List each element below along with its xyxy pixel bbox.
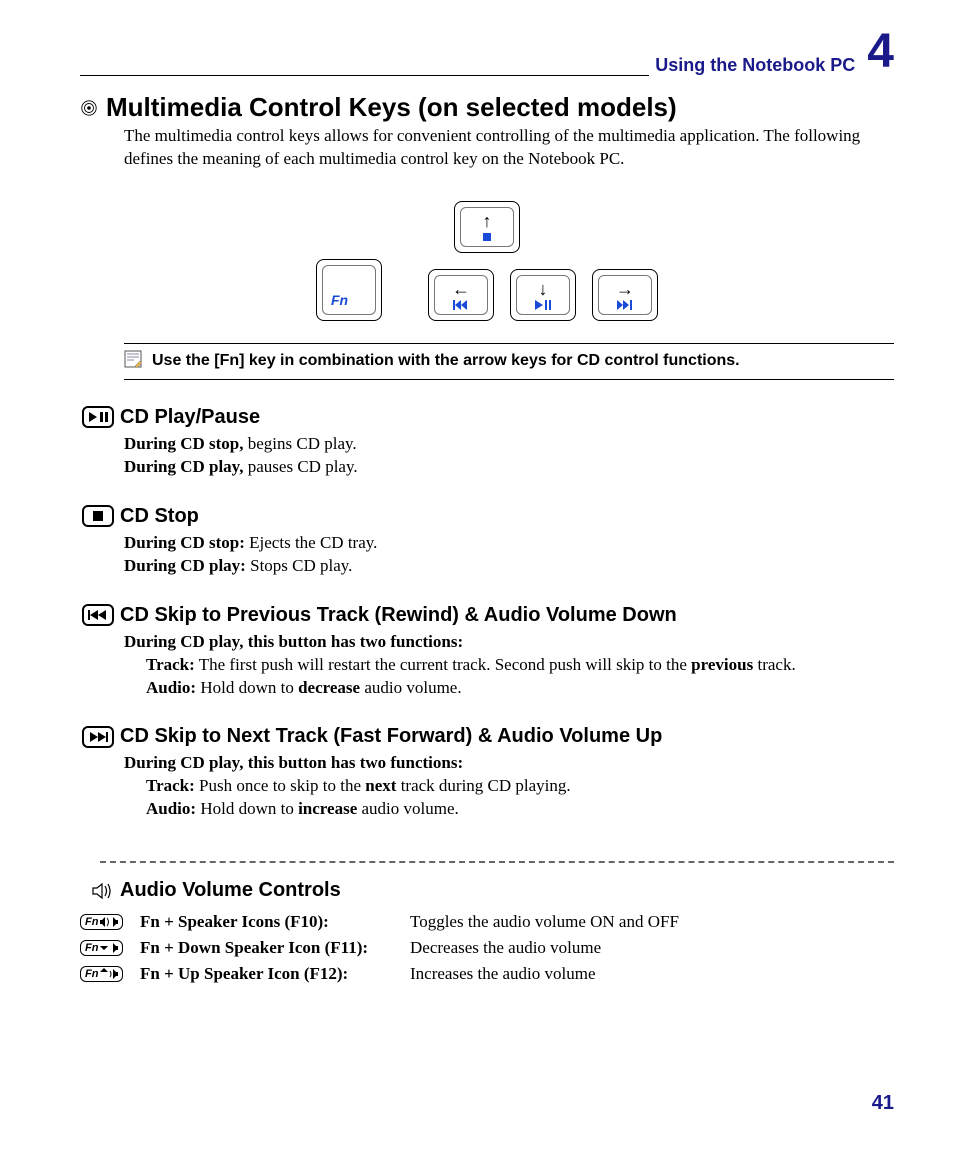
text: increase (298, 799, 357, 818)
text: Hold down to (196, 799, 298, 818)
text: During CD play, (124, 457, 244, 476)
section-bullet-icon (80, 99, 98, 117)
chapter-header: Using the Notebook PC 4 (649, 28, 894, 76)
arrow-left-icon: ← (452, 280, 470, 298)
subsection-stop: CD Stop During CD stop: Ejects the CD tr… (80, 505, 894, 578)
subsection-play: CD Play/Pause During CD stop, begins CD … (80, 406, 894, 479)
text: During CD play: (124, 556, 246, 575)
vol-label: Fn + Down Speaker Icon (F11): (140, 938, 410, 958)
subsection-next: CD Skip to Next Track (Fast Forward) & A… (80, 725, 894, 821)
text: decrease (298, 678, 360, 697)
page-number: 41 (872, 1092, 894, 1115)
section-title: Multimedia Control Keys (on selected mod… (106, 92, 677, 123)
subsection-next-title: CD Skip to Next Track (Fast Forward) & A… (120, 725, 662, 748)
text: audio volume. (357, 799, 459, 818)
fn-speaker-up-icon: Fn (80, 966, 140, 982)
keyboard-diagram: ↑ Fn ← (80, 201, 894, 321)
subsection-stop-title: CD Stop (120, 505, 199, 528)
text: During CD stop, (124, 434, 244, 453)
chapter-title-text: Using the Notebook PC (655, 55, 855, 76)
dashed-divider (100, 861, 894, 863)
subsection-prev-title: CD Skip to Previous Track (Rewind) & Aud… (120, 604, 677, 627)
vol-desc: Increases the audio volume (410, 964, 596, 984)
fn-key: Fn (316, 259, 382, 321)
fn-label: Fn (331, 292, 348, 308)
vol-desc: Toggles the audio volume ON and OFF (410, 912, 679, 932)
text: pauses CD play. (244, 457, 358, 476)
prev-definition: During CD play, this button has two func… (124, 631, 894, 700)
vol-label: Fn + Speaker Icons (F10): (140, 912, 410, 932)
arrow-left-key: ← (428, 269, 494, 321)
text: Hold down to (196, 678, 298, 697)
skip-back-key-icon (80, 604, 114, 626)
text: audio volume. (360, 678, 462, 697)
chapter-number: 4 (867, 28, 894, 76)
text: track during CD playing. (396, 776, 570, 795)
audio-controls-title: Audio Volume Controls (120, 879, 341, 902)
document-page: Using the Notebook PC 4 Multimedia Contr… (0, 0, 954, 1155)
subsection-prev: CD Skip to Previous Track (Rewind) & Aud… (80, 604, 894, 700)
stop-icon (482, 232, 492, 242)
note-icon (124, 350, 142, 373)
stop-key-icon (80, 505, 114, 527)
arrow-down-key: ↓ (510, 269, 576, 321)
volume-row-up: Fn Fn + Up Speaker Icon (F12): Increases… (80, 964, 894, 984)
text: next (365, 776, 396, 795)
arrow-up-key: ↑ (454, 201, 520, 253)
stop-definition: During CD stop: Ejects the CD tray. Duri… (124, 532, 894, 578)
vol-desc: Decreases the audio volume (410, 938, 601, 958)
speaker-icon (80, 882, 114, 900)
text: During CD play, this button has two func… (124, 632, 463, 651)
next-definition: During CD play, this button has two func… (124, 752, 894, 821)
skip-forward-icon (617, 300, 633, 310)
text: During CD play, this button has two func… (124, 753, 463, 772)
text: Ejects the CD tray. (245, 533, 378, 552)
arrow-up-icon: ↑ (483, 212, 492, 230)
fn-speaker-down-icon: Fn (80, 940, 140, 956)
text: The first push will restart the current … (195, 655, 691, 674)
subsection-audio-controls: Audio Volume Controls Fn Fn + Speaker Ic… (80, 879, 894, 984)
text: Track: (146, 655, 195, 674)
fn-speaker-toggle-icon: Fn (80, 914, 140, 930)
subsection-play-title: CD Play/Pause (120, 406, 260, 429)
text: During CD stop: (124, 533, 245, 552)
note-callout: Use the [Fn] key in combination with the… (124, 343, 894, 380)
header-rule: Using the Notebook PC 4 (80, 75, 894, 76)
play-pause-icon (535, 300, 551, 310)
volume-row-toggle: Fn Fn + Speaker Icons (F10): Toggles the… (80, 912, 894, 932)
section-intro: The multimedia control keys allows for c… (124, 125, 894, 171)
skip-forward-key-icon (80, 726, 114, 748)
text: Stops CD play. (246, 556, 353, 575)
arrow-right-icon: → (616, 280, 634, 298)
text: begins CD play. (244, 434, 357, 453)
vol-label: Fn + Up Speaker Icon (F12): (140, 964, 410, 984)
skip-back-icon (453, 300, 469, 310)
text: Push once to skip to the (195, 776, 365, 795)
arrow-right-key: → (592, 269, 658, 321)
text: Track: (146, 776, 195, 795)
text: Audio: (146, 678, 196, 697)
arrow-down-icon: ↓ (539, 280, 548, 298)
text: Audio: (146, 799, 196, 818)
play-pause-key-icon (80, 406, 114, 428)
text: track. (753, 655, 795, 674)
note-text: Use the [Fn] key in combination with the… (152, 352, 740, 370)
text: previous (691, 655, 753, 674)
play-definition: During CD stop, begins CD play. During C… (124, 433, 894, 479)
volume-row-down: Fn Fn + Down Speaker Icon (F11): Decreas… (80, 938, 894, 958)
